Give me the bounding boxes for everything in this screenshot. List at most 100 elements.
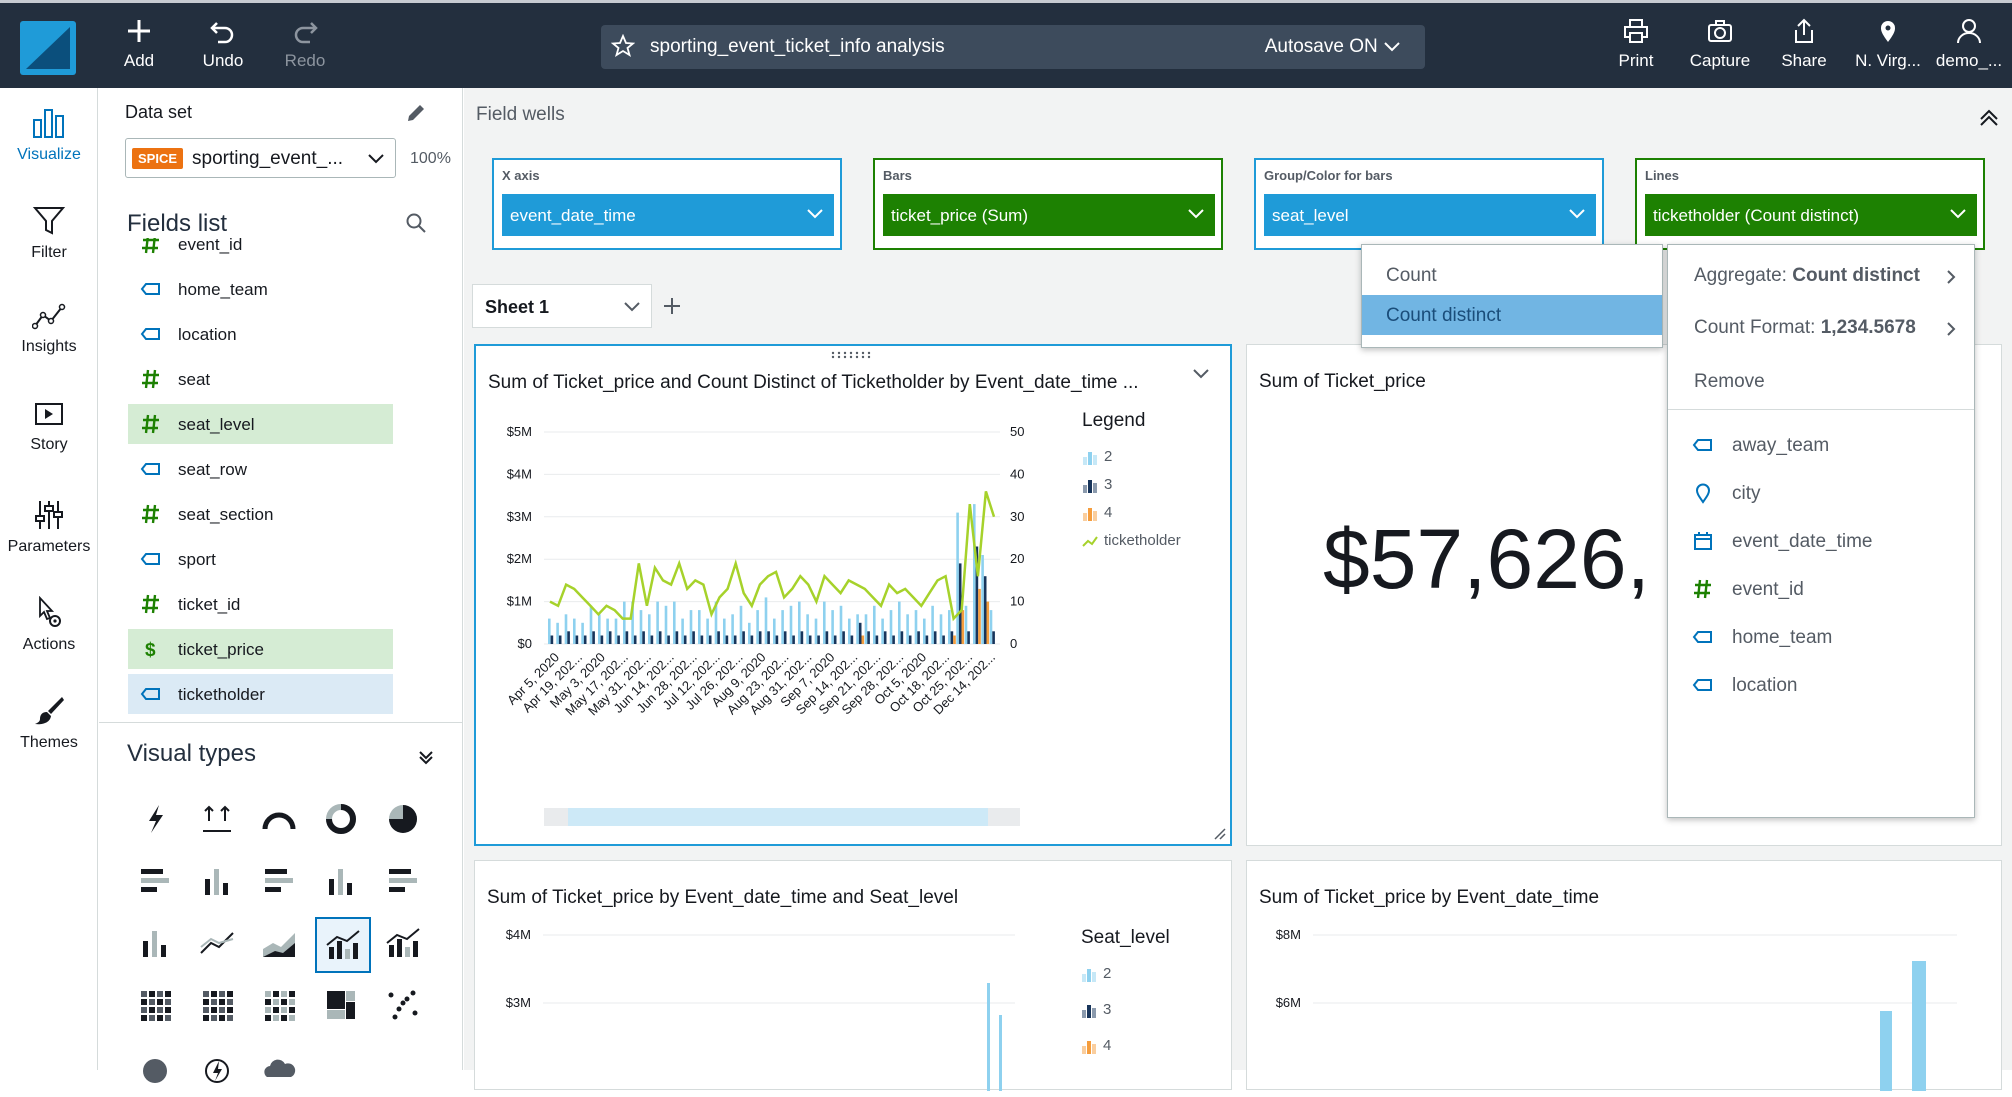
scatter-plot-visual-type[interactable] — [377, 979, 433, 1035]
chevrons-down-icon[interactable] — [417, 748, 435, 766]
add-sheet-icon[interactable] — [662, 296, 682, 316]
capture-button[interactable]: Capture — [1681, 17, 1759, 81]
bar-seat-3[interactable] — [575, 635, 579, 645]
bar-seat-3[interactable] — [700, 635, 704, 645]
pivot-table-visual-type[interactable] — [129, 979, 185, 1035]
bar-seat-2[interactable] — [739, 605, 743, 644]
scrollbar-thumb[interactable] — [568, 808, 988, 826]
bar-seat-2[interactable] — [689, 610, 693, 644]
add-button[interactable]: Add — [100, 17, 178, 81]
bar-seat-2[interactable] — [939, 614, 943, 644]
bar-seat-3[interactable] — [783, 631, 787, 644]
chevron-down-icon[interactable] — [1192, 368, 1210, 380]
bar-seat-3[interactable] — [850, 635, 854, 645]
bar-seat-3[interactable] — [583, 635, 587, 645]
bar-seat-3[interactable] — [733, 635, 737, 645]
well-field-pill[interactable]: seat_level — [1264, 194, 1596, 236]
bar-seat-2[interactable] — [673, 601, 676, 644]
drag-handle-icon[interactable] — [830, 350, 876, 360]
bar-seat-2[interactable] — [898, 601, 901, 644]
bar-seat-3[interactable] — [675, 631, 679, 644]
bar-seat-3[interactable] — [983, 576, 987, 644]
bar-seat-3[interactable] — [775, 635, 779, 645]
bar-seat-3[interactable] — [925, 635, 929, 645]
bar-seat-3[interactable] — [817, 635, 820, 645]
bar-seat-4[interactable] — [978, 588, 981, 644]
clustered-horizontal-bar-visual-type[interactable] — [253, 855, 309, 911]
star-icon[interactable] — [611, 34, 635, 58]
bar-seat-3[interactable] — [642, 631, 645, 644]
visual-title[interactable]: Sum of Ticket_price by Event_date_time a… — [487, 887, 958, 909]
bar-seat-3[interactable] — [758, 631, 762, 644]
bar-seat-3[interactable] — [867, 631, 870, 644]
bar-seat-2[interactable] — [556, 622, 559, 644]
bar-seat-3[interactable] — [767, 631, 770, 644]
bar-seat-2[interactable] — [848, 618, 851, 644]
field-seat-row[interactable]: seat_row — [128, 449, 393, 489]
chevron-up-icon[interactable] — [1978, 108, 2000, 126]
dataset-select[interactable]: SPICE sporting_event_... — [125, 138, 396, 178]
bar-seat-3[interactable] — [550, 635, 554, 645]
field-event-id[interactable]: event_id — [128, 238, 393, 264]
combo-stacked-visual-type[interactable] — [377, 917, 433, 973]
bar-seat-3[interactable] — [692, 631, 695, 644]
word-cloud-visual-type[interactable] — [253, 1041, 309, 1097]
legend-item[interactable]: 2 — [1081, 965, 1221, 1001]
bar-seat-3[interactable] — [825, 631, 829, 644]
donut-chart-visual-type[interactable] — [315, 793, 371, 849]
bar-seat-2[interactable] — [648, 614, 651, 644]
kpi-visual-type[interactable] — [191, 793, 247, 849]
field-location[interactable]: location — [128, 314, 393, 354]
visual-title[interactable]: Sum of Ticket_price and Count Distinct o… — [488, 372, 1139, 394]
bar-seat-2[interactable] — [831, 610, 834, 644]
visual-bar-by-date[interactable]: Sum of Ticket_price by Event_date_time $… — [1246, 860, 2002, 1091]
table-visual-type[interactable] — [191, 979, 247, 1035]
visual-combo-chart[interactable]: Sum of Ticket_price and Count Distinct o… — [474, 344, 1232, 846]
bar-seat-3[interactable] — [717, 631, 720, 644]
autograph-visual-type[interactable] — [129, 793, 185, 849]
tab-sheet-1[interactable]: Sheet 1 — [472, 284, 652, 328]
bar-seat-4[interactable] — [961, 610, 965, 644]
bar-seat-2[interactable] — [856, 614, 859, 644]
bar-seat-2[interactable] — [656, 601, 659, 644]
bar-seat-2[interactable] — [798, 601, 801, 644]
menu-field-home-team[interactable]: home_team — [1668, 613, 1974, 661]
bar-seat-3[interactable] — [650, 635, 654, 645]
menu-item-count-distinct[interactable]: Count distinct — [1362, 295, 1662, 335]
field-seat[interactable]: seat — [128, 359, 393, 399]
bar-seat-3[interactable] — [617, 635, 620, 645]
bar-seat-3[interactable] — [992, 631, 995, 644]
well-group-color[interactable]: Group/Color for bars seat_level — [1254, 158, 1604, 250]
bar-seat-2[interactable] — [639, 610, 643, 644]
bar-seat-2[interactable] — [748, 622, 751, 644]
bar-seat-3[interactable] — [875, 635, 879, 645]
share-button[interactable]: Share — [1765, 17, 1843, 81]
nav-visualize[interactable]: Visualize — [0, 106, 98, 164]
bar-seat-2[interactable] — [981, 555, 984, 644]
bar-seat-2[interactable] — [606, 618, 609, 644]
area-chart-visual-type[interactable] — [253, 917, 309, 973]
resize-handle-icon[interactable] — [1212, 826, 1226, 840]
menu-field-event-date-time[interactable]: event_date_time — [1668, 517, 1974, 565]
bar-seat-3[interactable] — [950, 631, 954, 644]
bar-seat-2[interactable] — [839, 605, 843, 644]
bar-seat-3[interactable] — [592, 631, 595, 644]
bar-seat-2[interactable] — [573, 618, 576, 644]
bar-seat-2[interactable] — [906, 614, 909, 644]
menu-item-count[interactable]: Count — [1362, 255, 1662, 295]
bar-seat-2[interactable] — [731, 614, 734, 644]
bar-seat-2[interactable] — [756, 610, 759, 644]
gauge-visual-type[interactable] — [253, 793, 309, 849]
bar-seat-3[interactable] — [933, 631, 937, 644]
vertical-bar-visual-type[interactable] — [191, 855, 247, 911]
bar-seat-3[interactable] — [683, 635, 687, 645]
bar-seat-3[interactable] — [917, 631, 920, 644]
bar-seat-3[interactable] — [708, 635, 712, 645]
user-menu-button[interactable]: demo_... — [1930, 17, 2008, 81]
legend-item[interactable]: 2 — [1082, 448, 1232, 476]
quicksight-logo[interactable] — [20, 21, 76, 75]
tree-map-visual-type[interactable] — [315, 979, 371, 1035]
bar-seat-2[interactable] — [581, 622, 584, 644]
bar-seat-2[interactable] — [864, 614, 868, 644]
menu-field-city[interactable]: city — [1668, 469, 1974, 517]
